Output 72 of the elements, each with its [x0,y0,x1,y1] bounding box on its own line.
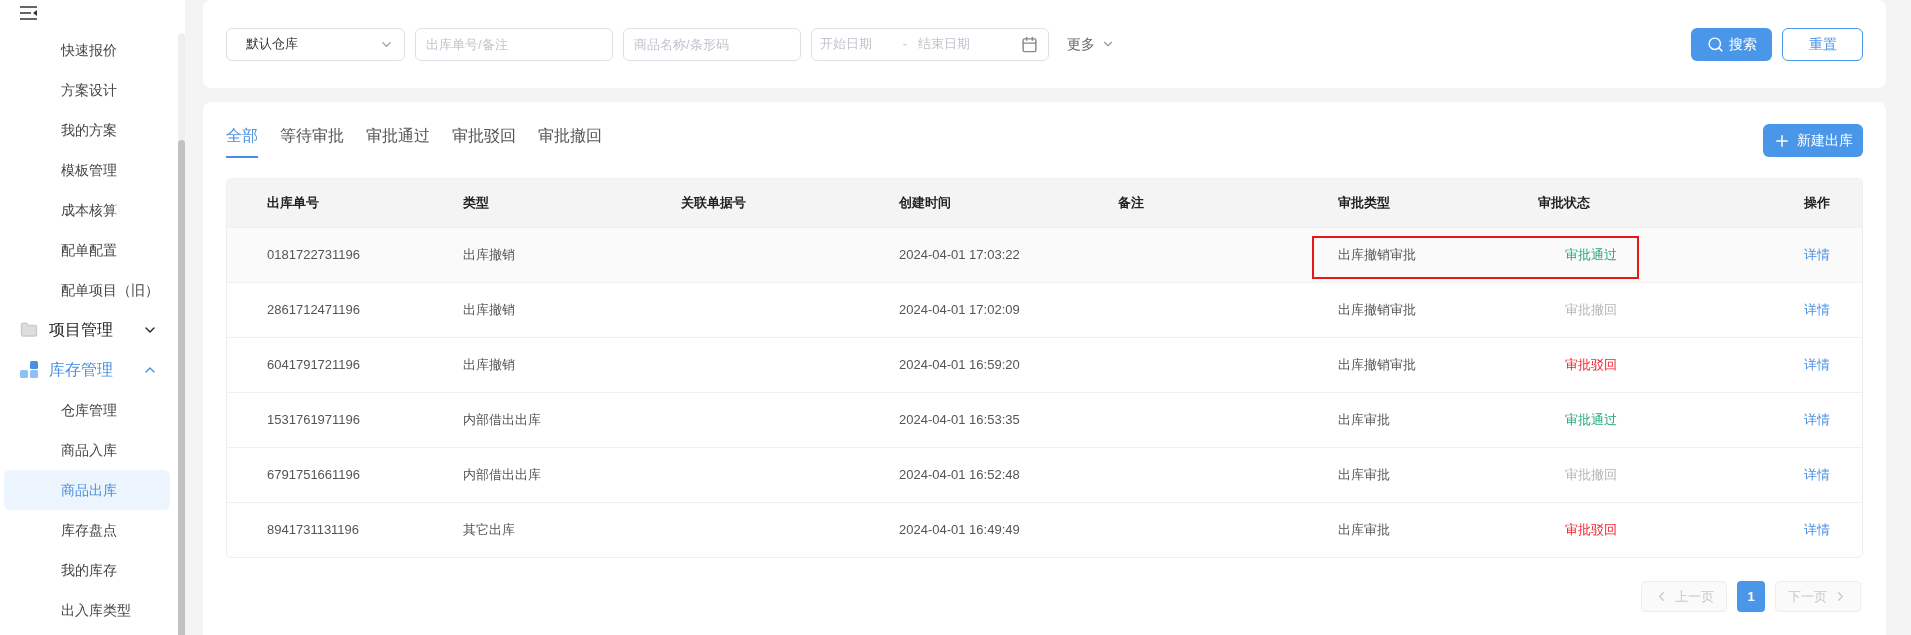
column-header: 审批状态 [1538,195,1590,211]
approval-type-cell: 出库撤销审批 [1338,357,1416,373]
details-link[interactable]: 详情 [1804,467,1830,483]
calendar-icon [1021,35,1038,53]
start-date-field[interactable]: 开始日期 [820,34,892,54]
folder-icon [20,321,38,339]
order-number-cell: 0181722731196 [267,247,361,263]
order-search-field[interactable]: 出库单号/备注 [415,27,613,61]
details-link[interactable]: 详情 [1804,522,1830,538]
approval-status: 审批撤回 [1565,302,1617,318]
search-icon [1706,35,1724,53]
menu-item[interactable]: 我的库存 [4,550,170,590]
approval-type-cell: 出库审批 [1338,522,1390,538]
approval-status: 审批驳回 [1565,522,1617,538]
menu-item[interactable]: 配单配置 [4,230,170,270]
details-link[interactable]: 详情 [1804,412,1830,428]
approval-type-cell: 出库撤销审批 [1338,302,1416,318]
order-number-cell: 1531761971196 [267,412,361,428]
order-number-cell: 6791751661196 [267,467,361,483]
type-cell: 出库撤销 [463,302,515,318]
menu-item[interactable]: 仓库管理 [4,390,170,430]
type-cell: 其它出库 [463,522,515,538]
column-header: 类型 [463,195,489,211]
tab[interactable]: 等待审批 [280,124,344,158]
column-header: 关联单据号 [681,195,746,211]
type-cell: 出库撤销 [463,247,515,263]
approval-status: 审批通过 [1565,247,1617,263]
menu-item[interactable]: 库存盘点 [4,510,170,550]
column-header: 创建时间 [899,195,951,211]
type-cell: 内部借出出库 [463,467,541,483]
menu-item[interactable]: 成本核算 [4,190,170,230]
menu-item[interactable]: 模板管理 [4,150,170,190]
approval-status: 审批驳回 [1565,357,1617,373]
menu-item[interactable]: 商品入库 [4,430,170,470]
approval-status: 审批通过 [1565,412,1617,428]
menu-collapse-icon[interactable] [20,6,38,20]
approval-type-cell: 出库撤销审批 [1338,247,1416,263]
more-toggle[interactable]: 更多 [1067,33,1115,55]
menu-item[interactable]: 配单项目（旧） [4,270,170,310]
order-number-cell: 8941731131196 [267,522,360,538]
details-link[interactable]: 详情 [1804,357,1830,373]
approval-status: 审批撤回 [1565,467,1617,483]
type-cell: 出库撤销 [463,357,515,373]
warehouse-select[interactable]: 默认仓库 [226,27,405,61]
tab[interactable]: 审批通过 [366,124,430,158]
scrollbar[interactable] [178,33,185,635]
tab[interactable]: 审批撤回 [538,124,602,158]
created-time-cell: 2024-04-01 16:49:49 [899,522,1020,538]
created-time-cell: 2024-04-01 16:53:35 [899,412,1020,428]
type-cell: 内部借出出库 [463,412,541,428]
created-time-cell: 2024-04-01 16:52:48 [899,467,1020,483]
order-number-cell: 2861712471196 [267,302,361,318]
product-search-field[interactable]: 商品名称/条形码 [623,27,801,61]
menu-item[interactable]: 出入库类型 [4,590,170,630]
menu-item[interactable]: 我的方案 [4,110,170,150]
details-link[interactable]: 详情 [1804,302,1830,318]
menu-item[interactable]: 方案设计 [4,70,170,110]
approval-type-cell: 出库审批 [1338,467,1390,483]
order-number-cell: 6041791721196 [267,357,361,373]
menu-group[interactable]: 项目管理 [0,310,170,350]
column-header: 出库单号 [267,195,319,211]
created-time-cell: 2024-04-01 16:59:20 [899,357,1020,373]
created-time-cell: 2024-04-01 17:03:22 [899,247,1020,263]
blocks-icon [20,361,38,379]
approval-type-cell: 出库审批 [1338,412,1390,428]
end-date-field[interactable]: 结束日期 [918,34,1008,54]
created-time-cell: 2024-04-01 17:02:09 [899,302,1020,318]
menu-item[interactable]: 快速报价 [4,30,170,70]
column-header: 操作 [1804,195,1830,211]
column-header: 审批类型 [1338,195,1390,211]
tab[interactable]: 审批驳回 [452,124,516,158]
column-header: 备注 [1118,195,1144,211]
